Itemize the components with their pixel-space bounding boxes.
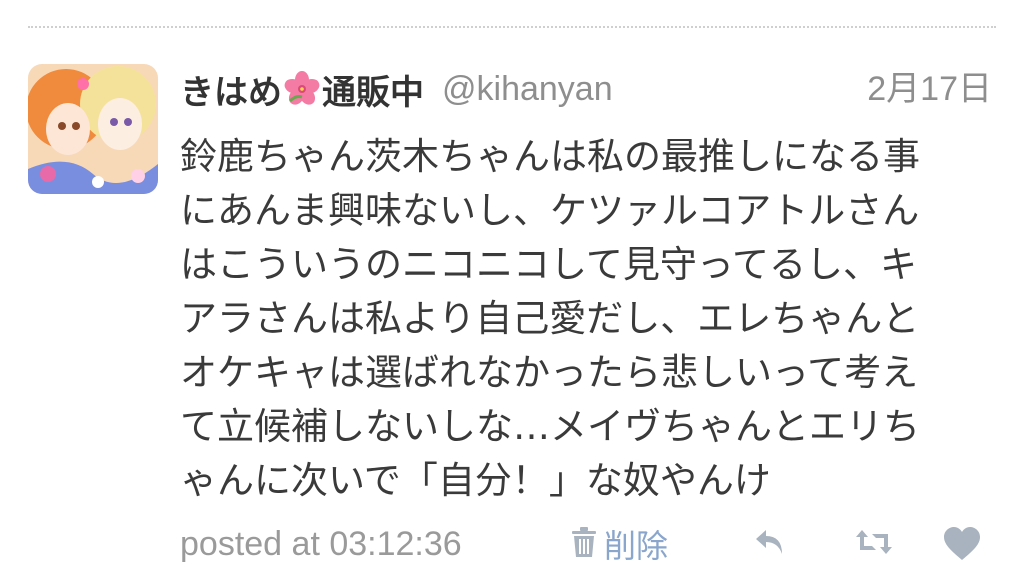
tweet-date[interactable]: 2月17日 (867, 64, 992, 114)
posted-timestamp: posted at 03:12:36 (180, 525, 462, 563)
top-divider (28, 26, 996, 28)
reply-button[interactable] (752, 526, 792, 562)
tweet-text-line: て立候補しないしな…メイヴちゃんとエリち (180, 405, 920, 448)
tweet-text-line: ゃんに次いで「自分！」な奴やんけ (180, 459, 771, 502)
tweet-footer: posted at 03:12:36 削除 (180, 518, 1000, 570)
tweet-text-line: はこういうのニコニコして見守ってるし、キ (180, 243, 918, 286)
favorite-button[interactable] (942, 526, 982, 562)
tweet-text-line: 鈴鹿ちゃん茨木ちゃんは私の最推しになる事 (180, 135, 920, 178)
delete-button[interactable]: 削除 (570, 518, 668, 570)
tweet-text: 鈴鹿ちゃん茨木ちゃんは私の最推しになる事 にあんま興味ないし、ケツァルコアトルさ… (180, 130, 1000, 508)
heart-icon (942, 527, 982, 566)
trash-icon (570, 526, 598, 562)
tweet-text-line: にあんま興味ないし、ケツァルコアトルさん (180, 189, 920, 232)
tweet-header: きはめ 通販中 @kihanyan (180, 64, 613, 114)
delete-label: 削除 (604, 527, 669, 565)
retweet-icon (854, 530, 894, 562)
display-name-suffix: 通販中 (322, 72, 424, 113)
reply-icon (752, 530, 788, 562)
avatar-image (28, 64, 158, 194)
display-name-prefix: きはめ (180, 72, 282, 113)
user-handle[interactable]: @kihanyan (442, 70, 613, 109)
tweet-text-line: オケキャは選ばれなかったら悲しいって考え (180, 351, 919, 394)
tweet-text-line: アラさんは私より自己愛だし、エレちゃんと (180, 297, 920, 340)
hibiscus-icon (284, 71, 320, 107)
retweet-button[interactable] (854, 526, 894, 562)
display-name[interactable]: きはめ 通販中 (180, 65, 424, 114)
avatar[interactable] (28, 64, 158, 194)
